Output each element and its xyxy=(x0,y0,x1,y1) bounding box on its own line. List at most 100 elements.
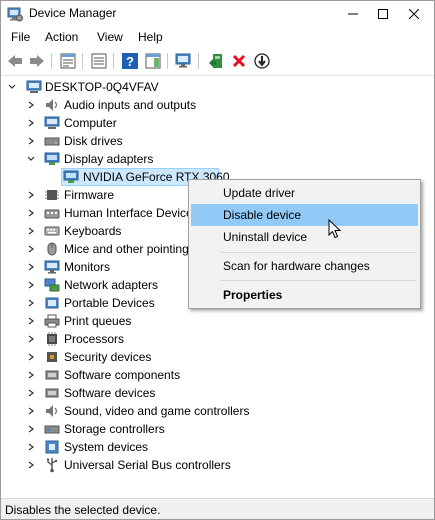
menu-properties[interactable]: Properties xyxy=(191,284,418,306)
device-manager-window: Device Manager File Action View Help ? D… xyxy=(0,0,435,520)
tree-item[interactable]: Universal Serial Bus controllers xyxy=(1,456,434,474)
menu-action[interactable]: Action xyxy=(45,30,78,44)
chevron-right-icon[interactable] xyxy=(26,136,36,146)
tree-item[interactable]: Security devices xyxy=(1,348,434,366)
disable-device-icon[interactable] xyxy=(253,52,271,70)
menu-scan-hardware[interactable]: Scan for hardware changes xyxy=(191,255,418,277)
chevron-right-icon[interactable] xyxy=(26,190,36,200)
chevron-right-icon[interactable] xyxy=(26,262,36,272)
tree-item-label: Computer xyxy=(64,116,117,130)
chevron-down-icon[interactable] xyxy=(26,154,36,164)
portable-device-icon xyxy=(45,297,59,309)
minimize-button[interactable] xyxy=(338,1,368,27)
security-device-icon xyxy=(47,352,57,362)
tree-item-label: Sound, video and game controllers xyxy=(64,404,250,418)
menu-update-driver[interactable]: Update driver xyxy=(191,182,418,204)
printer-icon xyxy=(44,314,60,328)
chevron-right-icon[interactable] xyxy=(26,118,36,128)
menu-bar: File Action View Help xyxy=(1,27,434,47)
toolbar-separator xyxy=(113,53,114,69)
chevron-right-icon[interactable] xyxy=(26,442,36,452)
properties-sheet-icon[interactable] xyxy=(59,52,77,70)
toolbar: ? xyxy=(1,48,434,76)
tree-item-label: Display adapters xyxy=(64,152,154,166)
chevron-right-icon[interactable] xyxy=(26,208,36,218)
title-bar: Device Manager xyxy=(1,1,434,27)
tree-item[interactable]: Disk drives xyxy=(1,132,434,150)
tree-root[interactable]: DESKTOP-0Q4VFAV xyxy=(1,78,434,96)
tree-item-label: Portable Devices xyxy=(64,296,155,310)
tree-item-label: Storage controllers xyxy=(64,422,165,436)
tree-item-label: Processors xyxy=(64,332,125,346)
mouse-icon xyxy=(47,242,57,256)
device-manager-icon xyxy=(7,7,23,22)
details-view-icon[interactable] xyxy=(90,52,108,70)
chevron-right-icon[interactable] xyxy=(26,244,36,254)
tree-item-label: Print queues xyxy=(64,314,132,328)
window-title: Device Manager xyxy=(29,6,117,20)
update-driver-icon[interactable] xyxy=(207,52,225,70)
uninstall-x-icon[interactable] xyxy=(230,52,248,70)
back-arrow-icon[interactable] xyxy=(6,52,24,70)
menu-item-label: Uninstall device xyxy=(223,230,308,244)
tree-item[interactable]: Software devices xyxy=(1,384,434,402)
menu-help[interactable]: Help xyxy=(138,30,163,44)
computer-icon xyxy=(44,116,60,129)
tree-item-label: Network adapters xyxy=(64,278,159,292)
action-pane-icon[interactable] xyxy=(144,52,162,70)
chevron-right-icon[interactable] xyxy=(26,280,36,290)
tree-item-label: Disk drives xyxy=(64,134,123,148)
tree-item[interactable]: System devices xyxy=(1,438,434,456)
monitor-icon xyxy=(44,260,60,274)
chevron-right-icon[interactable] xyxy=(26,298,36,308)
chevron-right-icon[interactable] xyxy=(26,424,36,434)
context-menu: Update driver Disable device Uninstall d… xyxy=(188,179,421,309)
scan-hardware-icon[interactable] xyxy=(175,52,193,70)
menu-uninstall-device[interactable]: Uninstall device xyxy=(191,226,418,248)
tree-item[interactable]: Audio inputs and outputs xyxy=(1,96,434,114)
chevron-right-icon[interactable] xyxy=(26,334,36,344)
chevron-right-icon[interactable] xyxy=(26,100,36,110)
chevron-right-icon[interactable] xyxy=(26,352,36,362)
help-icon[interactable]: ? xyxy=(121,52,139,70)
storage-controller-icon xyxy=(44,425,60,434)
tree-item-label: Security devices xyxy=(64,350,152,364)
usb-icon xyxy=(47,458,58,473)
chevron-down-icon[interactable] xyxy=(7,82,17,92)
menu-disable-device[interactable]: Disable device xyxy=(191,204,418,226)
system-device-icon xyxy=(45,440,59,454)
tree-item-label: Software devices xyxy=(64,386,156,400)
maximize-button[interactable] xyxy=(368,1,398,27)
menu-view[interactable]: View xyxy=(97,30,123,44)
disk-drive-icon xyxy=(44,137,60,146)
tree-item-label: Monitors xyxy=(64,260,111,274)
chevron-right-icon[interactable] xyxy=(26,460,36,470)
tree-item-label: Firmware xyxy=(64,188,114,202)
tree-item-label: Audio inputs and outputs xyxy=(64,98,197,112)
tree-item[interactable]: Processors xyxy=(1,330,434,348)
processor-icon xyxy=(47,332,57,346)
tree-item[interactable]: Computer xyxy=(1,114,434,132)
tree-item-label: Human Interface Devices xyxy=(64,206,199,220)
toolbar-separator xyxy=(167,53,168,69)
tree-item-label: Universal Serial Bus controllers xyxy=(64,458,231,472)
chevron-right-icon[interactable] xyxy=(26,226,36,236)
chevron-right-icon[interactable] xyxy=(26,316,36,326)
status-bar: Disables the selected device. xyxy=(1,498,434,519)
network-adapter-icon xyxy=(44,278,60,292)
toolbar-separator xyxy=(51,53,52,69)
keyboard-icon xyxy=(44,226,60,236)
tree-item[interactable]: Software components xyxy=(1,366,434,384)
tree-item[interactable]: Display adapters xyxy=(1,150,434,168)
chevron-right-icon[interactable] xyxy=(26,406,36,416)
tree-item[interactable]: Print queues xyxy=(1,312,434,330)
forward-arrow-icon[interactable] xyxy=(28,52,46,70)
chevron-right-icon[interactable] xyxy=(26,388,36,398)
tree-item[interactable]: Sound, video and game controllers xyxy=(1,402,434,420)
close-button[interactable] xyxy=(399,1,429,27)
tree-item[interactable]: Storage controllers xyxy=(1,420,434,438)
chevron-right-icon[interactable] xyxy=(26,370,36,380)
menu-item-label: Properties xyxy=(223,288,283,302)
menu-file[interactable]: File xyxy=(11,30,30,44)
status-text: Disables the selected device. xyxy=(5,503,161,517)
